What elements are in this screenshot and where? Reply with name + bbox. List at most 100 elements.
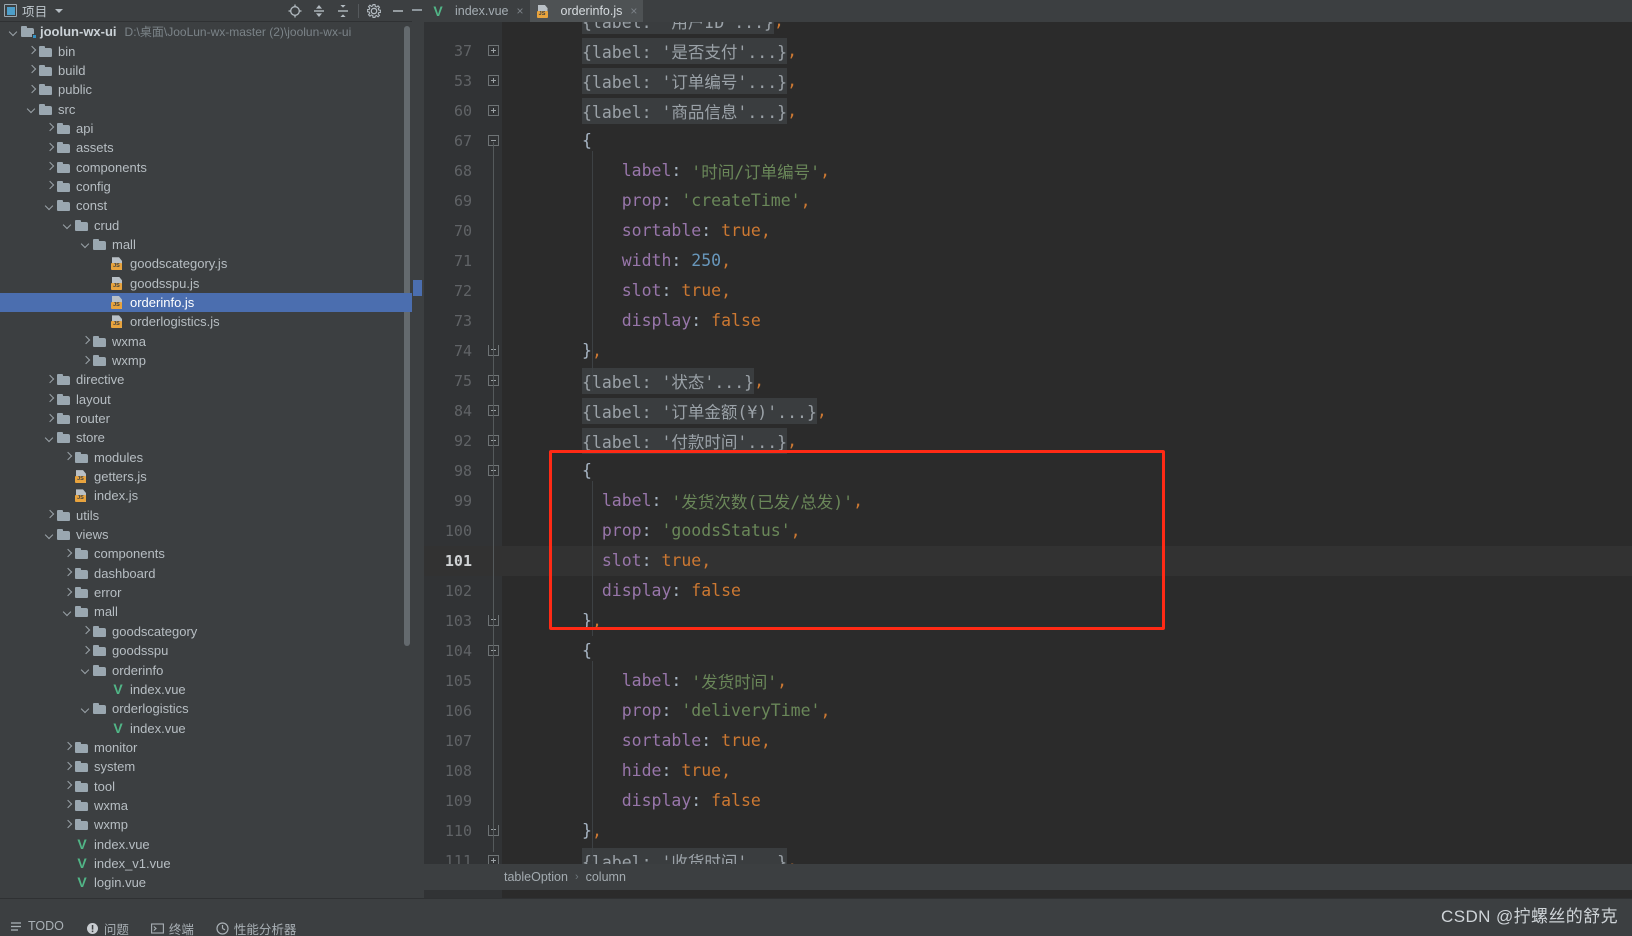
- code-line[interactable]: prop: 'deliveryTime',: [502, 696, 1632, 726]
- tree-item-components[interactable]: components: [0, 157, 412, 176]
- tree-item-system[interactable]: system: [0, 757, 412, 776]
- chevron-right-icon[interactable]: [62, 568, 73, 579]
- tree-item-orderinfo-js[interactable]: JS orderinfo.js: [0, 292, 412, 313]
- fold-expand-icon[interactable]: [488, 45, 499, 56]
- code-line[interactable]: label: '发货次数(已发/总发)',: [502, 486, 1632, 516]
- tree-item-modules[interactable]: modules: [0, 448, 412, 467]
- chevron-right-icon[interactable]: [26, 46, 37, 57]
- status-bar-item-问题[interactable]: 问题: [86, 919, 129, 936]
- code-viewport[interactable]: 37 53 60 67 68 69 70 71 72 73 74 75 84 92 98 99 100 101 10…: [412, 22, 1632, 898]
- tree-item-wxma[interactable]: wxma: [0, 332, 412, 351]
- chevron-down-icon[interactable]: [26, 104, 37, 115]
- status-bar[interactable]: TODO 问题 终端 性能分析器: [0, 898, 1632, 936]
- code-line[interactable]: sortable: true,: [502, 216, 1632, 246]
- tree-item-config[interactable]: config: [0, 177, 412, 196]
- code-line[interactable]: prop: 'goodsStatus',: [502, 516, 1632, 546]
- chevron-down-icon[interactable]: [80, 665, 91, 676]
- error-stripe-marker[interactable]: [413, 280, 422, 296]
- tree-item-goodscategory-js[interactable]: JS goodscategory.js: [0, 254, 412, 273]
- code-line[interactable]: {label: '状态'...},: [502, 366, 1632, 396]
- chevron-down-icon[interactable]: [44, 200, 55, 211]
- folded-code-region[interactable]: {label: '是否支付'...}: [582, 37, 788, 64]
- tree-item-layout[interactable]: layout: [0, 390, 412, 409]
- chevron-right-icon[interactable]: [44, 181, 55, 192]
- chevron-down-icon[interactable]: [62, 606, 73, 617]
- chevron-right-icon[interactable]: [80, 355, 91, 366]
- chevron-down-icon[interactable]: [80, 703, 91, 714]
- tree-item-goodscategory[interactable]: goodscategory: [0, 622, 412, 641]
- status-bar-item-终端[interactable]: 终端: [150, 919, 194, 936]
- code-line[interactable]: {label: '用户ID'...},: [502, 22, 1632, 36]
- code-line[interactable]: slot: true,: [502, 276, 1632, 306]
- tree-item-index-js[interactable]: JS index.js: [0, 486, 412, 505]
- tree-item-bin[interactable]: bin: [0, 41, 412, 60]
- chevron-right-icon[interactable]: [62, 819, 73, 830]
- tree-item-goodsspu[interactable]: goodsspu: [0, 641, 412, 660]
- chevron-right-icon[interactable]: [44, 394, 55, 405]
- editor-tab-index-vue[interactable]: index.vue ×: [424, 0, 530, 22]
- status-bar-item-TODO[interactable]: TODO: [10, 919, 64, 933]
- breadcrumb[interactable]: tableOption › column: [412, 864, 1632, 890]
- breadcrumb-item[interactable]: column: [586, 870, 626, 884]
- tree-item-wxmp[interactable]: wxmp: [0, 351, 412, 370]
- tree-item-crud[interactable]: crud: [0, 215, 412, 234]
- chevron-right-icon[interactable]: [44, 510, 55, 521]
- tree-item-router[interactable]: router: [0, 409, 412, 428]
- tree-item-utils[interactable]: utils: [0, 506, 412, 525]
- code-text[interactable]: {label: '用户ID'...},{label: '是否支付'...},{l…: [502, 22, 1632, 898]
- tree-item-index-vue[interactable]: index.vue: [0, 718, 412, 737]
- tree-item-orderinfo[interactable]: orderinfo: [0, 660, 412, 679]
- project-tree[interactable]: joolun-wx-ui D:\桌面\JooLun-wx-master (2)\j…: [0, 22, 412, 898]
- close-icon[interactable]: ×: [517, 4, 524, 18]
- chevron-right-icon[interactable]: [62, 800, 73, 811]
- chevron-right-icon[interactable]: [62, 781, 73, 792]
- chevron-right-icon[interactable]: [44, 142, 55, 153]
- tree-item-const[interactable]: const: [0, 196, 412, 215]
- tree-item-error[interactable]: error: [0, 583, 412, 602]
- tree-item-wxma[interactable]: wxma: [0, 796, 412, 815]
- tree-item-index-vue[interactable]: index.vue: [0, 680, 412, 699]
- chevron-right-icon[interactable]: [44, 123, 55, 134]
- code-line[interactable]: {label: '是否支付'...},: [502, 36, 1632, 66]
- chevron-down-icon[interactable]: [55, 8, 64, 13]
- code-line[interactable]: prop: 'createTime',: [502, 186, 1632, 216]
- tree-item-mall[interactable]: mall: [0, 235, 412, 254]
- tree-item-tool[interactable]: tool: [0, 776, 412, 795]
- code-line[interactable]: {label: '订单编号'...},: [502, 66, 1632, 96]
- tree-item-wxmp[interactable]: wxmp: [0, 815, 412, 834]
- code-fold-column[interactable]: [486, 22, 502, 898]
- tree-item-goodsspu-js[interactable]: JS goodsspu.js: [0, 273, 412, 292]
- code-line[interactable]: display: false: [502, 786, 1632, 816]
- code-line[interactable]: sortable: true,: [502, 726, 1632, 756]
- chevron-right-icon[interactable]: [62, 742, 73, 753]
- chevron-right-icon[interactable]: [44, 413, 55, 424]
- minimize-icon[interactable]: [386, 0, 410, 22]
- code-line[interactable]: },: [502, 816, 1632, 846]
- chevron-down-icon[interactable]: [44, 529, 55, 540]
- code-line[interactable]: {: [502, 126, 1632, 156]
- tree-item-joolun-wx-ui[interactable]: joolun-wx-ui D:\桌面\JooLun-wx-master (2)\j…: [0, 22, 412, 41]
- expand-all-icon[interactable]: [331, 0, 355, 22]
- tree-item-views[interactable]: views: [0, 525, 412, 544]
- chevron-right-icon[interactable]: [26, 84, 37, 95]
- tree-item-store[interactable]: store: [0, 428, 412, 447]
- code-line[interactable]: {label: '商品信息'...},: [502, 96, 1632, 126]
- project-title-group[interactable]: 项目: [4, 1, 64, 20]
- chevron-down-icon[interactable]: [80, 239, 91, 250]
- code-line[interactable]: display: false: [502, 576, 1632, 606]
- tree-item-directive[interactable]: directive: [0, 370, 412, 389]
- code-line[interactable]: },: [502, 336, 1632, 366]
- editor-tab-orderinfo-js[interactable]: JS orderinfo.js ×: [529, 0, 644, 22]
- code-line[interactable]: label: '发货时间',: [502, 666, 1632, 696]
- folded-code-region[interactable]: {label: '订单金额(¥)'...}: [582, 397, 817, 424]
- code-line[interactable]: {label: '订单金额(¥)'...},: [502, 396, 1632, 426]
- tree-item-orderlogistics-js[interactable]: JS orderlogistics.js: [0, 312, 412, 331]
- tree-item-getters-js[interactable]: JS getters.js: [0, 467, 412, 486]
- code-line[interactable]: {: [502, 636, 1632, 666]
- chevron-down-icon[interactable]: [62, 220, 73, 231]
- close-icon[interactable]: ×: [630, 4, 637, 18]
- chevron-right-icon[interactable]: [44, 374, 55, 385]
- chevron-right-icon[interactable]: [62, 587, 73, 598]
- chevron-right-icon[interactable]: [80, 645, 91, 656]
- fold-expand-icon[interactable]: [488, 105, 499, 116]
